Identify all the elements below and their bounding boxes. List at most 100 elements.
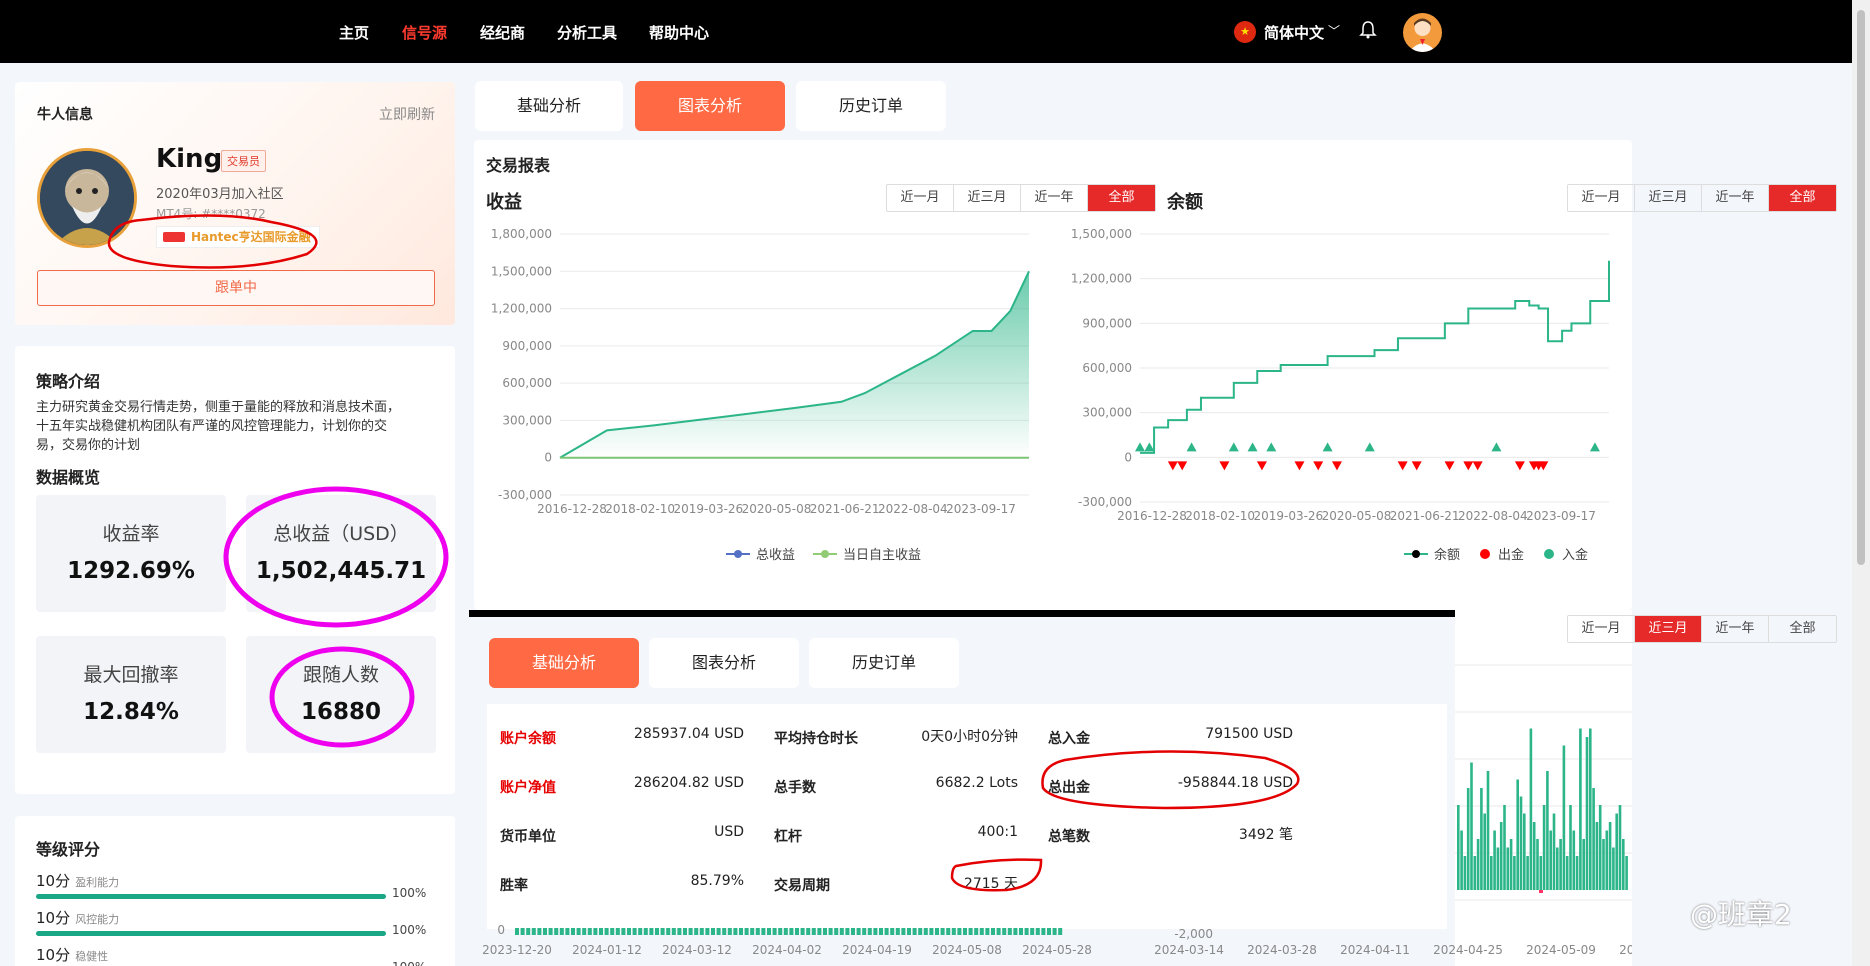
daily-bar[interactable] [1529, 728, 1533, 891]
daily-bar[interactable] [1625, 856, 1628, 890]
daily-bar[interactable] [1463, 856, 1467, 890]
nav-item-3[interactable]: 分析工具 [557, 22, 617, 43]
daily-bar[interactable] [1470, 762, 1473, 891]
legend-deposit[interactable]: 入金 [1562, 544, 1588, 563]
daily-bar[interactable] [1602, 839, 1605, 890]
daily-bar[interactable] [1519, 796, 1523, 891]
daily-bar[interactable] [1476, 839, 1480, 890]
daily-bar[interactable] [1546, 771, 1549, 890]
withdraw-marker[interactable] [1177, 461, 1188, 471]
daily-bar[interactable] [1532, 822, 1536, 890]
daily-bar[interactable] [1608, 822, 1612, 890]
nav-item-2[interactable]: 经纪商 [480, 22, 525, 43]
daily-bar-negative[interactable] [1539, 890, 1543, 893]
daily-bar[interactable] [1536, 839, 1539, 890]
deposit-marker[interactable] [1247, 442, 1258, 452]
overlay-tab-history[interactable]: 历史订单 [809, 638, 959, 688]
daily-bar[interactable] [1579, 728, 1582, 891]
daily-bar[interactable] [1509, 839, 1513, 890]
daily-bar[interactable] [1490, 856, 1493, 890]
daily-bar[interactable] [1598, 805, 1602, 890]
chevron-down-icon[interactable]: ﹀ [1328, 22, 1340, 39]
overlay-tab-basic[interactable]: 基础分析 [489, 638, 639, 688]
user-avatar[interactable] [1403, 13, 1442, 52]
daily-bar[interactable] [1486, 771, 1490, 890]
daily-bar[interactable] [1615, 813, 1618, 891]
range-1m[interactable]: 近一月 [887, 185, 954, 211]
deposit-marker[interactable] [1228, 442, 1239, 452]
following-button[interactable]: 跟单中 [37, 270, 435, 306]
daily-bar[interactable] [1572, 830, 1576, 891]
daily-bar[interactable] [1612, 847, 1615, 891]
range-3m[interactable]: 近三月 [954, 185, 1021, 211]
daily-bar[interactable] [1562, 745, 1566, 891]
range-1m[interactable]: 近一月 [1568, 185, 1635, 211]
nav-item-4[interactable]: 帮助中心 [649, 22, 709, 43]
refresh-link[interactable]: 立即刷新 [379, 104, 435, 124]
withdraw-marker[interactable] [1397, 461, 1408, 471]
withdraw-marker[interactable] [1514, 461, 1525, 471]
withdraw-marker[interactable] [1313, 461, 1324, 471]
daily-bar[interactable] [1473, 856, 1477, 890]
daily-bar[interactable] [1595, 822, 1599, 890]
nav-item-1[interactable]: 信号源 [402, 22, 447, 43]
withdraw-marker[interactable] [1463, 461, 1474, 471]
daily-bar[interactable] [1493, 830, 1496, 891]
legend-balance[interactable]: 余额 [1434, 544, 1460, 563]
legend-withdraw[interactable]: 出金 [1498, 544, 1524, 563]
withdraw-marker[interactable] [1167, 461, 1178, 471]
daily-bar[interactable] [1516, 779, 1519, 891]
withdraw-marker[interactable] [1219, 461, 1230, 471]
range-3m[interactable]: 近三月 [1635, 185, 1702, 211]
daily-bar[interactable] [1513, 856, 1516, 890]
daily-bar[interactable] [1605, 830, 1609, 891]
daily-bar[interactable] [1565, 856, 1569, 890]
range-1y[interactable]: 近一年 [1021, 185, 1088, 211]
legend-daily-profit[interactable]: 当日自主收益 [843, 544, 921, 563]
china-flag-icon[interactable]: ★ [1234, 21, 1256, 43]
withdraw-marker[interactable] [1256, 461, 1267, 471]
daily-bar[interactable] [1466, 788, 1470, 890]
tab-chart-analysis[interactable]: 图表分析 [635, 81, 785, 131]
deposit-marker[interactable] [1135, 442, 1145, 452]
scrollbar-thumb[interactable] [1857, 10, 1865, 565]
deposit-marker[interactable] [1364, 442, 1375, 452]
daily-bar[interactable] [1496, 847, 1500, 891]
nav-item-0[interactable]: 主页 [339, 22, 369, 43]
range-3m[interactable]: 近三月 [1635, 616, 1702, 642]
range-all[interactable]: 全部 [1769, 616, 1836, 642]
range-1y[interactable]: 近一年 [1702, 616, 1769, 642]
daily-bar[interactable] [1559, 839, 1562, 890]
bell-icon[interactable] [1358, 20, 1378, 44]
withdraw-marker[interactable] [1411, 461, 1422, 471]
daily-bar[interactable] [1582, 839, 1585, 890]
daily-bar[interactable] [1460, 830, 1463, 891]
deposit-marker[interactable] [1589, 442, 1600, 452]
daily-bar[interactable] [1569, 805, 1572, 890]
range-all[interactable]: 全部 [1769, 185, 1836, 211]
range-1y[interactable]: 近一年 [1702, 185, 1769, 211]
withdraw-marker[interactable] [1331, 461, 1342, 471]
daily-bar[interactable] [1549, 830, 1552, 891]
daily-bar[interactable] [1483, 813, 1486, 891]
daily-bar[interactable] [1585, 737, 1589, 890]
deposit-marker[interactable] [1186, 442, 1197, 452]
legend-total-profit[interactable]: 总收益 [756, 544, 795, 563]
tab-history-orders[interactable]: 历史订单 [796, 81, 946, 131]
daily-bar[interactable] [1592, 788, 1595, 890]
daily-bar[interactable] [1523, 813, 1526, 891]
daily-bar[interactable] [1457, 805, 1460, 890]
overlay-tab-chart[interactable]: 图表分析 [649, 638, 799, 688]
language-selector[interactable]: 简体中文 [1264, 22, 1324, 43]
daily-bar[interactable] [1480, 788, 1483, 890]
deposit-marker[interactable] [1266, 442, 1277, 452]
deposit-marker[interactable] [1491, 442, 1502, 452]
daily-bar[interactable] [1618, 805, 1622, 890]
daily-bar[interactable] [1552, 813, 1556, 891]
daily-bar[interactable] [1589, 728, 1592, 891]
range-1m[interactable]: 近一月 [1568, 616, 1635, 642]
daily-bar[interactable] [1503, 805, 1506, 890]
daily-bar[interactable] [1556, 847, 1559, 891]
tab-basic-analysis[interactable]: 基础分析 [475, 81, 623, 131]
withdraw-marker[interactable] [1294, 461, 1305, 471]
